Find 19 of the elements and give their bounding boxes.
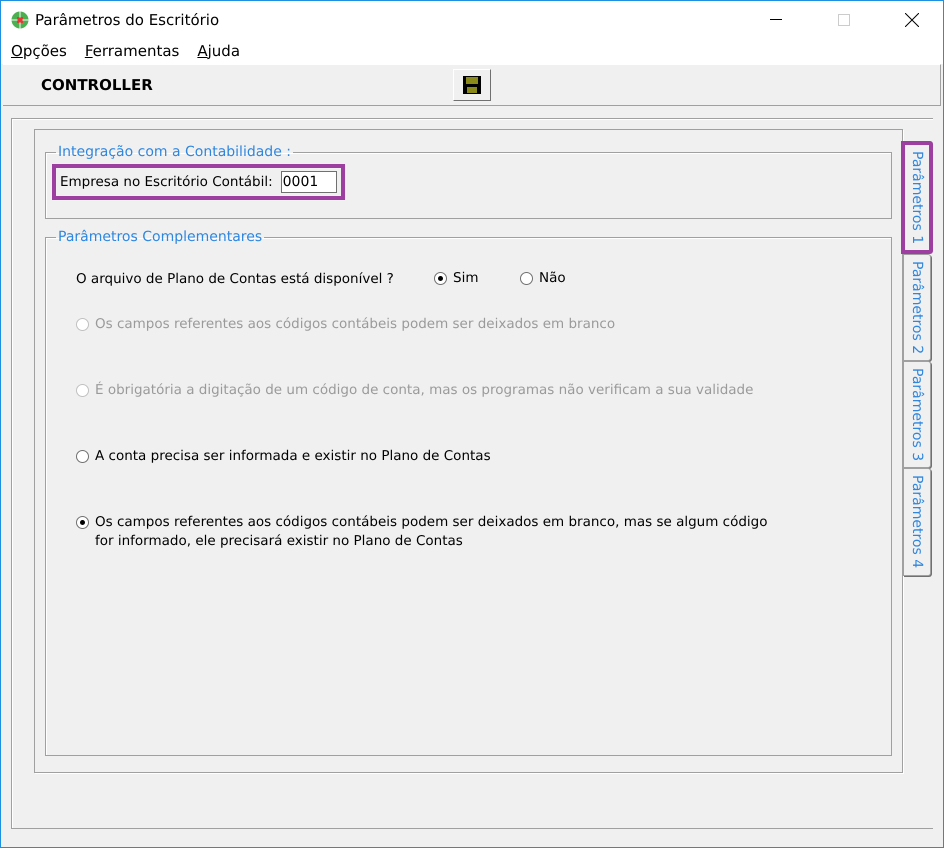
- window-title: Parâmetros do Escritório: [35, 10, 220, 28]
- minimize-icon: [770, 18, 782, 20]
- menu-item[interactable]: Ajuda: [191, 42, 246, 60]
- menu-item[interactable]: Ferramentas: [78, 42, 186, 60]
- toolbar-title: CONTROLLER: [40, 76, 154, 94]
- maximize-icon: [838, 14, 850, 26]
- radio-option[interactable]: Não: [520, 269, 606, 288]
- group-title: Integração com a Contabilidade :: [57, 144, 292, 160]
- company-code-field[interactable]: 0001: [280, 171, 337, 193]
- question-text: O arquivo de Plano de Contas está disponível ?: [76, 270, 395, 286]
- radio-option[interactable]: A conta precisa ser informada e existir no Plano de Contas: [76, 447, 776, 466]
- radio-option[interactable]: Os campos referentes aos códigos contábeis podem ser deixados em branco, mas se algum código for informado, ele precisará existir no Plano de Contas: [76, 513, 776, 551]
- save-button[interactable]: [453, 69, 491, 101]
- radio-option[interactable]: Sim: [434, 269, 520, 288]
- close-icon: [905, 12, 919, 26]
- group-title: Parâmetros Complementares: [57, 229, 264, 245]
- field-label: Empresa no Escritório Contábil:: [60, 174, 273, 190]
- menu-item[interactable]: Opções: [5, 42, 73, 60]
- app-logo-icon: [11, 10, 29, 28]
